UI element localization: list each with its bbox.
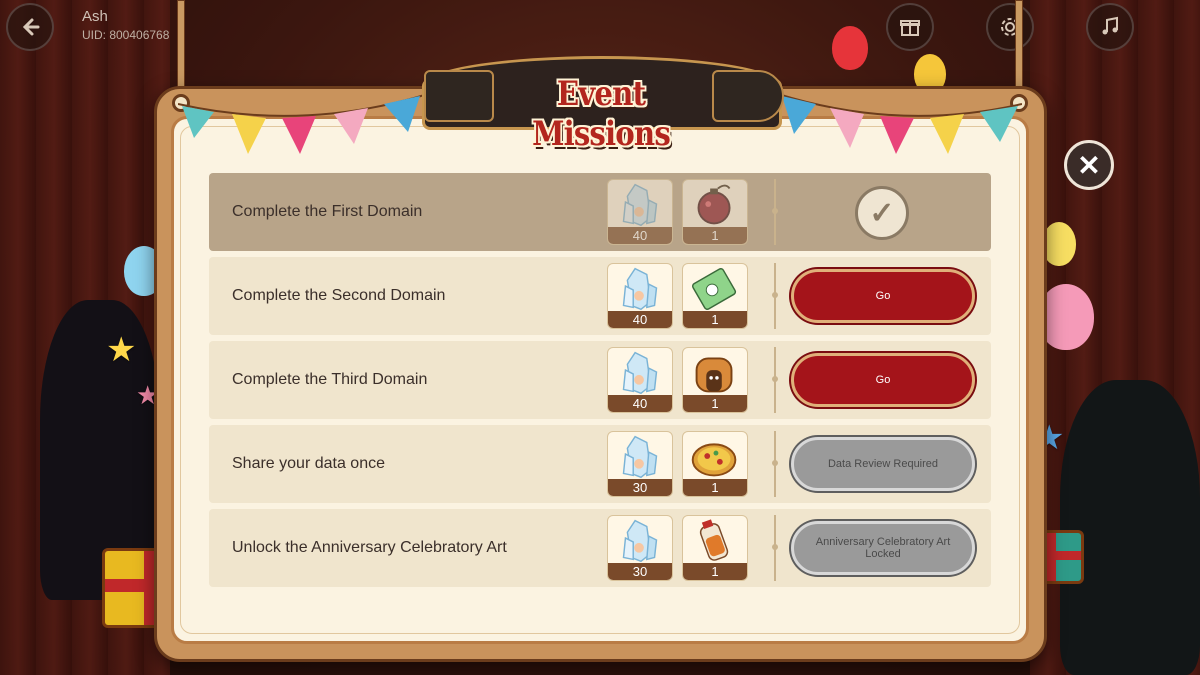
music-button[interactable]	[1086, 3, 1134, 51]
row-divider	[772, 263, 778, 329]
reward-slot[interactable]: 1	[682, 179, 748, 245]
bread-loaf-icon	[695, 357, 733, 393]
bunting-right	[778, 93, 1022, 154]
reward-count: 1	[683, 311, 747, 328]
bunting-left	[178, 93, 428, 154]
mission-row: Unlock the Anniversary Celebratory Art 3…	[209, 509, 991, 587]
pizza-icon	[691, 443, 737, 477]
row-divider	[772, 515, 778, 581]
reward-slot[interactable]: 1	[682, 347, 748, 413]
row-divider	[772, 179, 778, 245]
crystal-icon	[622, 435, 658, 479]
mission-row: Share your data once 30 1 Data Review Re…	[209, 425, 991, 503]
reward-count: 30	[608, 479, 672, 496]
bottle-potion-icon	[699, 519, 729, 561]
reward-slot[interactable]: 30	[607, 515, 673, 581]
train-locomotive-right	[712, 70, 784, 122]
settings-button[interactable]	[986, 3, 1034, 51]
reward-slot[interactable]: 1	[682, 431, 748, 497]
player-uid: UID: 800406768	[82, 28, 170, 42]
reward-count: 40	[608, 395, 672, 412]
data-review-required-button[interactable]: Data Review Required	[791, 437, 975, 491]
close-button[interactable]: ✕	[1064, 140, 1114, 190]
mission-title: Complete the First Domain	[232, 203, 423, 220]
go-button[interactable]: Go	[791, 353, 975, 407]
row-divider	[772, 431, 778, 497]
reward-count: 1	[683, 479, 747, 496]
gift-menu-button[interactable]	[886, 3, 934, 51]
back-button[interactable]	[6, 3, 54, 51]
reward-count: 1	[683, 563, 747, 580]
ticket-card-icon	[691, 267, 737, 310]
mission-title: Complete the Second Domain	[232, 287, 446, 304]
crystal-icon	[622, 183, 658, 227]
mission-row: Complete the Second Domain 40 1 Go	[209, 257, 991, 335]
star-yellow-left: ★	[106, 331, 137, 369]
reward-slot[interactable]: 1	[682, 263, 748, 329]
page-title: Event Missions	[532, 74, 671, 154]
reward-count: 40	[608, 311, 672, 328]
mission-row: Complete the Third Domain 40 1 Go	[209, 341, 991, 419]
player-name: Ash	[82, 8, 108, 25]
reward-count: 1	[683, 395, 747, 412]
mission-title: Share your data once	[232, 455, 385, 472]
reward-slot[interactable]: 1	[682, 515, 748, 581]
mission-title: Complete the Third Domain	[232, 371, 428, 388]
go-button[interactable]: Go	[791, 269, 975, 323]
mission-row: Complete the First Domain 40 1 ✓	[209, 173, 991, 251]
balloon-yellow-right	[1042, 222, 1076, 266]
train-locomotive-left	[424, 70, 494, 122]
reward-slot[interactable]: 30	[607, 431, 673, 497]
crystal-icon	[622, 351, 658, 395]
gift-box-icon	[900, 20, 920, 36]
crystal-icon	[622, 519, 658, 563]
balloon-red-top	[832, 26, 868, 70]
music-note-icon	[1102, 16, 1118, 35]
close-icon: ✕	[1077, 149, 1101, 181]
crystal-icon	[622, 267, 658, 311]
reward-slot[interactable]: 40	[607, 347, 673, 413]
art-locked-button[interactable]: Anniversary Celebratory Art Locked	[791, 521, 975, 575]
reward-slot[interactable]: 40	[607, 179, 673, 245]
mission-title: Unlock the Anniversary Celebratory Art	[232, 539, 507, 556]
checkmark-icon: ✓	[869, 196, 895, 230]
reward-count: 30	[608, 563, 672, 580]
back-arrow-icon	[22, 18, 40, 36]
reward-count: 40	[608, 227, 672, 244]
reward-slot[interactable]: 40	[607, 263, 673, 329]
reward-count: 1	[683, 227, 747, 244]
completed-badge: ✓	[855, 186, 909, 240]
mission-list: Complete the First Domain 40 1 ✓ Complet…	[209, 173, 991, 593]
row-divider	[772, 347, 778, 413]
pomegranate-bomb-icon	[697, 184, 731, 225]
